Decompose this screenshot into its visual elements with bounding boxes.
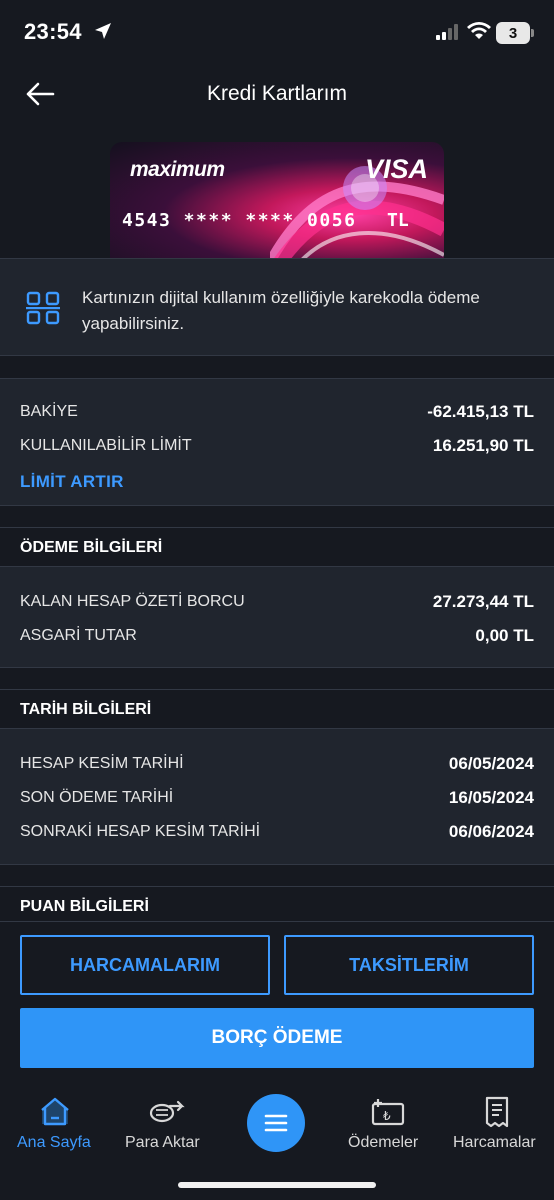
status-bar: 23:54 3 bbox=[0, 0, 554, 62]
receipt-icon bbox=[485, 1096, 509, 1128]
card-network-logo: VISA bbox=[364, 154, 428, 184]
status-time: 23:54 bbox=[24, 19, 82, 44]
qr-payment-banner[interactable]: Kartınızın dijital kullanım özelliğiyle … bbox=[0, 258, 554, 356]
payment-info-header: ÖDEME BİLGİLERİ bbox=[0, 527, 554, 567]
increase-limit-link[interactable]: LİMİT ARTIR bbox=[20, 472, 124, 492]
points-info-title: PUAN BİLGİLERİ bbox=[20, 898, 149, 915]
tab-home-label: Ana Sayfa bbox=[17, 1134, 91, 1151]
battery-level: 3 bbox=[508, 24, 518, 42]
payments-icon: ₺ bbox=[371, 1099, 405, 1126]
payment-info-panel: KALAN HESAP ÖZETİ BORCU 27.273,44 TL ASG… bbox=[0, 566, 554, 668]
pay-debt-button[interactable]: BORÇ ÖDEME bbox=[20, 1008, 534, 1068]
card-currency: TL bbox=[387, 210, 409, 231]
statement-date-value: 06/05/2024 bbox=[448, 754, 534, 773]
tab-spendings-label: Harcamalar bbox=[453, 1134, 536, 1151]
points-info-header[interactable]: PUAN BİLGİLERİ bbox=[0, 886, 554, 922]
location-arrow-icon bbox=[95, 23, 111, 39]
date-info-title: TARİH BİLGİLERİ bbox=[20, 701, 152, 718]
page-title: Kredi Kartlarım bbox=[206, 82, 348, 105]
balance-value: -62.415,13 TL bbox=[427, 402, 534, 421]
remaining-statement-debt-value: 27.273,44 TL bbox=[432, 592, 534, 611]
card-number: 4543 **** **** 0056 bbox=[122, 210, 357, 231]
tab-payments-label: Ödemeler bbox=[348, 1134, 419, 1151]
main-menu-button[interactable] bbox=[247, 1094, 305, 1152]
svg-text:₺: ₺ bbox=[383, 1109, 391, 1123]
menu-icon bbox=[264, 1114, 288, 1132]
due-date-value: 16/05/2024 bbox=[448, 788, 534, 807]
minimum-amount-value: 0,00 TL bbox=[475, 626, 534, 645]
battery-indicator: 3 bbox=[496, 22, 534, 44]
header: Kredi Kartlarım bbox=[0, 62, 554, 128]
transfer-icon bbox=[149, 1100, 185, 1123]
installments-button[interactable]: TAKSİTLERİM bbox=[284, 935, 534, 995]
due-date-label: SON ÖDEME TARİHİ bbox=[20, 789, 174, 806]
next-statement-date-value: 06/06/2024 bbox=[448, 822, 534, 841]
remaining-statement-debt-label: KALAN HESAP ÖZETİ BORCU bbox=[20, 593, 245, 610]
credit-card-image[interactable]: maximum VISA 4543 **** **** 0056 TL bbox=[110, 142, 444, 262]
balance-panel: BAKİYE -62.415,13 TL KULLANILABİLİR LİMİ… bbox=[0, 378, 554, 506]
qr-code-icon bbox=[26, 291, 60, 325]
statement-date-label: HESAP KESİM TARİHİ bbox=[20, 755, 184, 772]
home-indicator bbox=[178, 1182, 376, 1188]
tab-transfer-label: Para Aktar bbox=[125, 1134, 200, 1151]
date-info-panel: HESAP KESİM TARİHİ 06/05/2024 SON ÖDEME … bbox=[0, 728, 554, 865]
minimum-amount-label: ASGARİ TUTAR bbox=[20, 627, 137, 644]
qr-payment-text: Kartınızın dijital kullanım özelliğiyle … bbox=[82, 288, 480, 333]
home-icon bbox=[41, 1097, 69, 1126]
balance-label: BAKİYE bbox=[20, 403, 78, 420]
available-limit-value: 16.251,90 TL bbox=[432, 436, 534, 455]
card-brand-logo: maximum bbox=[130, 158, 225, 181]
payment-info-title: ÖDEME BİLGİLERİ bbox=[20, 539, 163, 556]
spendings-button[interactable]: HARCAMALARIM bbox=[20, 935, 270, 995]
cellular-signal-icon bbox=[436, 24, 458, 40]
date-info-header: TARİH BİLGİLERİ bbox=[0, 689, 554, 729]
next-statement-date-label: SONRAKİ HESAP KESİM TARİHİ bbox=[20, 823, 261, 840]
wifi-icon bbox=[467, 22, 491, 39]
available-limit-label: KULLANILABİLİR LİMİT bbox=[20, 437, 192, 454]
